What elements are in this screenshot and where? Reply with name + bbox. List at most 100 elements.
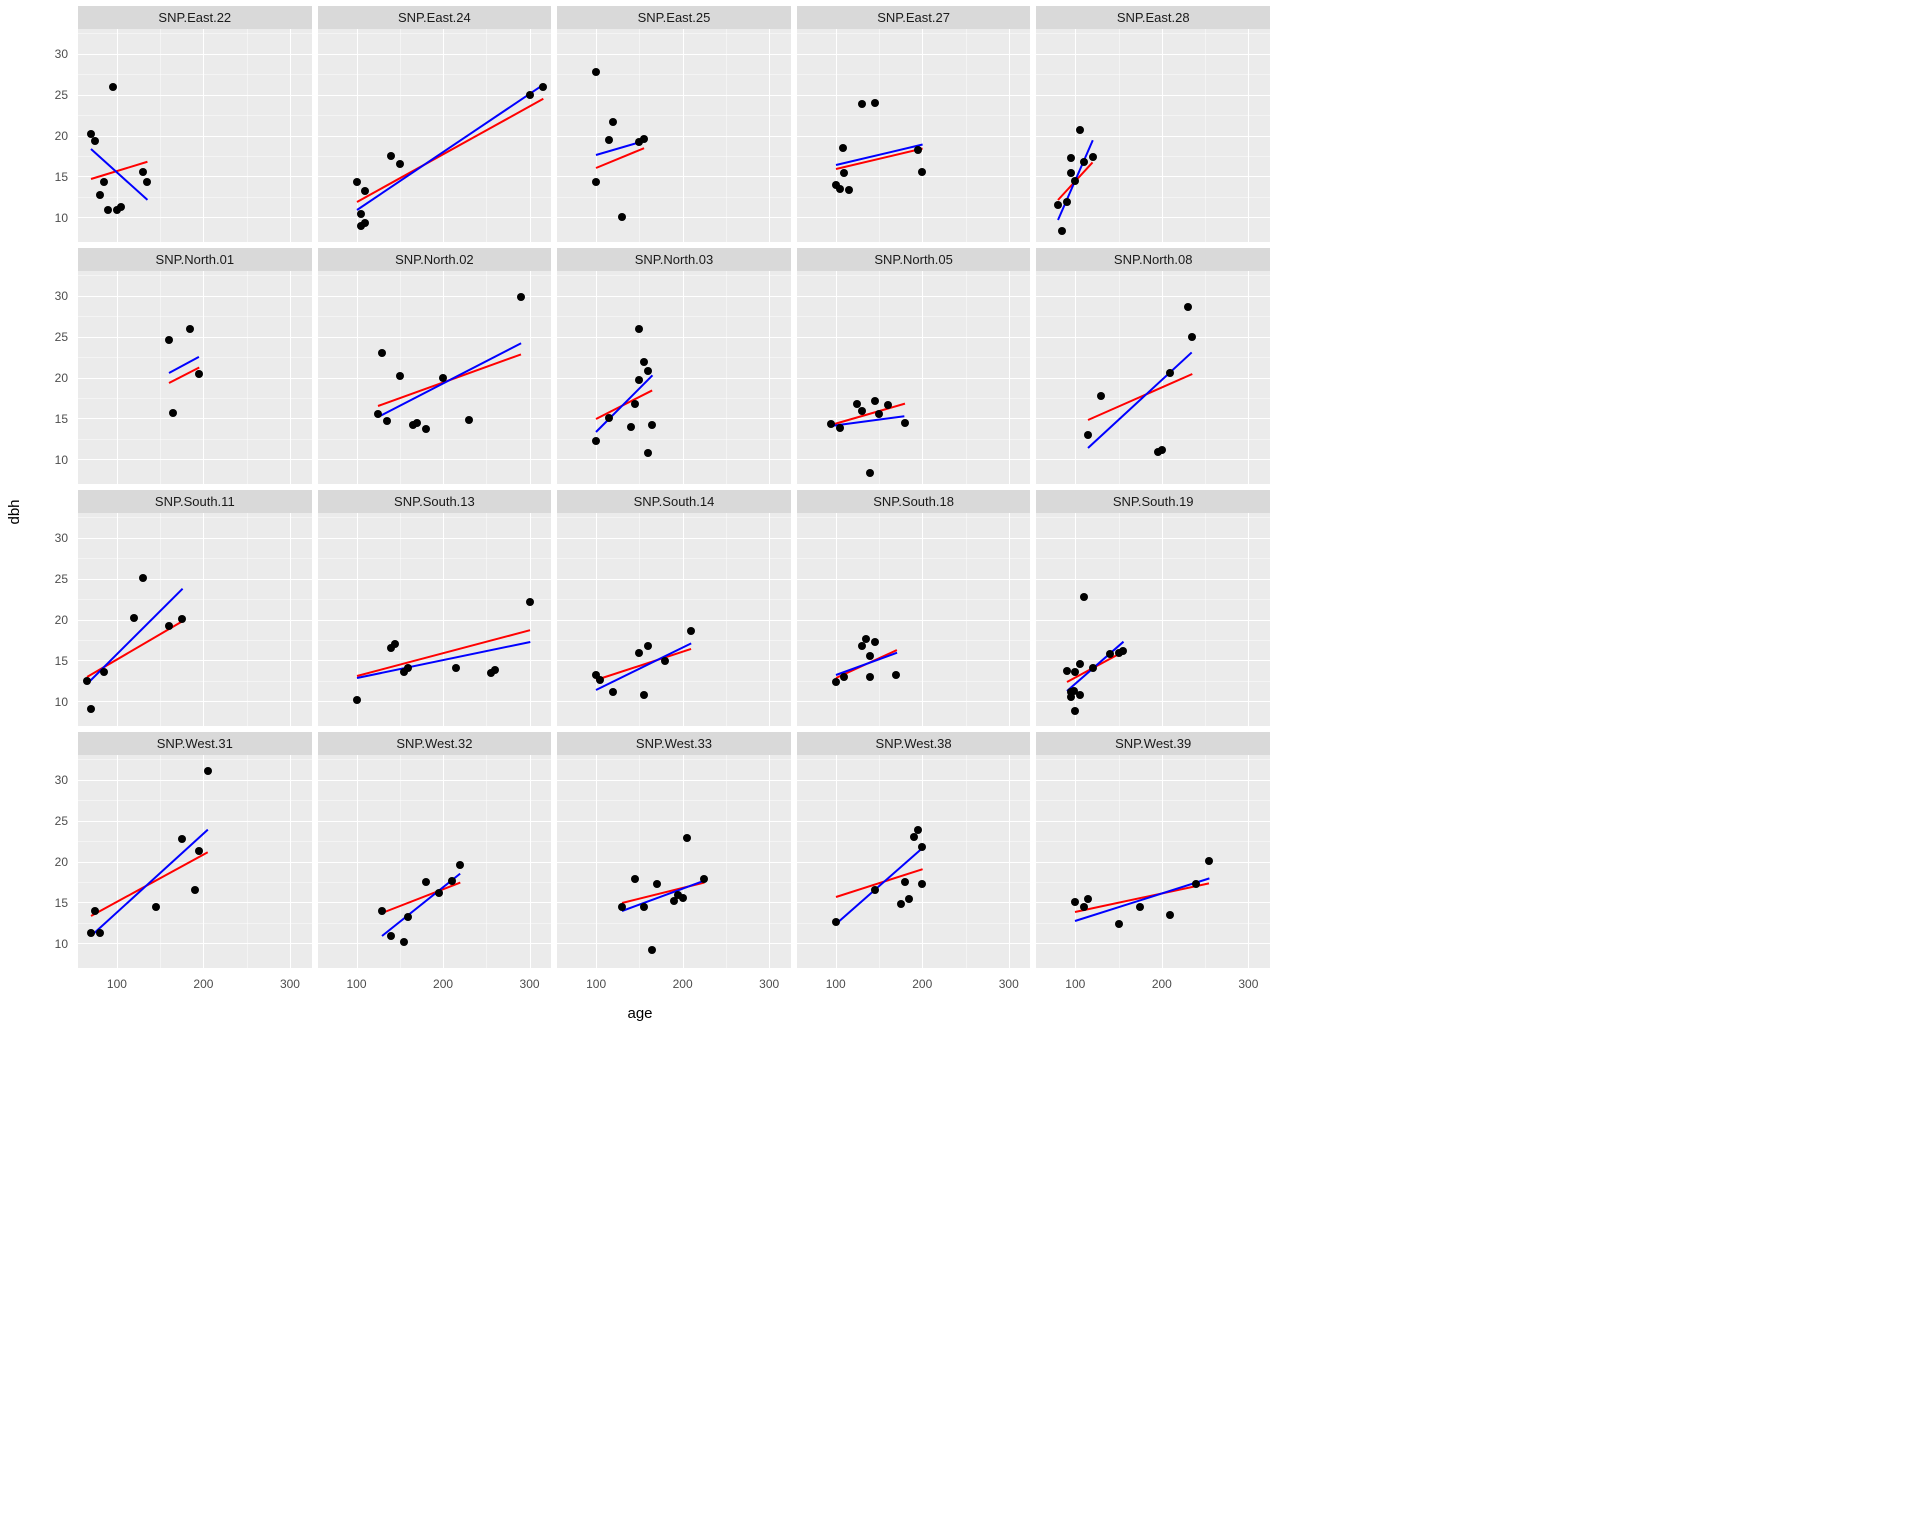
data-point bbox=[1084, 895, 1092, 903]
data-point bbox=[618, 213, 626, 221]
facet-strip: SNP.South.14 bbox=[557, 490, 791, 513]
facet-strip: SNP.North.01 bbox=[78, 248, 312, 271]
plot-area bbox=[557, 755, 791, 968]
data-point bbox=[361, 187, 369, 195]
plot-area bbox=[78, 271, 312, 484]
plot-area bbox=[318, 271, 552, 484]
y-axis: 1015202530 bbox=[38, 248, 72, 484]
data-point bbox=[387, 152, 395, 160]
x-tick-label: 300 bbox=[520, 977, 540, 991]
data-point bbox=[1080, 903, 1088, 911]
panel-grid: 1015202530SNP.East.22SNP.East.24SNP.East… bbox=[38, 6, 1270, 996]
facet-panel: SNP.South.18 bbox=[797, 490, 1031, 726]
data-point bbox=[353, 696, 361, 704]
fit-line-blue bbox=[622, 880, 705, 912]
data-point bbox=[832, 918, 840, 926]
data-point bbox=[1071, 668, 1079, 676]
y-tick-label: 20 bbox=[55, 855, 68, 869]
plot-area bbox=[797, 755, 1031, 968]
data-point bbox=[897, 900, 905, 908]
data-point bbox=[1058, 227, 1066, 235]
plot-area bbox=[1036, 29, 1270, 242]
facet-panel: SNP.North.08 bbox=[1036, 248, 1270, 484]
y-tick-label: 30 bbox=[55, 773, 68, 787]
data-point bbox=[465, 416, 473, 424]
x-tick-label: 200 bbox=[1152, 977, 1172, 991]
data-point bbox=[383, 417, 391, 425]
x-tick-label: 300 bbox=[999, 977, 1019, 991]
data-point bbox=[422, 878, 430, 886]
data-point bbox=[1089, 664, 1097, 672]
plot-area bbox=[797, 29, 1031, 242]
data-point bbox=[918, 843, 926, 851]
y-tick-label: 25 bbox=[55, 572, 68, 586]
facet-strip: SNP.South.19 bbox=[1036, 490, 1270, 513]
data-point bbox=[1166, 911, 1174, 919]
data-point bbox=[631, 875, 639, 883]
facet-strip: SNP.South.13 bbox=[318, 490, 552, 513]
data-point bbox=[178, 835, 186, 843]
data-point bbox=[631, 400, 639, 408]
data-point bbox=[605, 414, 613, 422]
data-point bbox=[1166, 369, 1174, 377]
y-axis-label: dbh bbox=[6, 499, 23, 524]
data-point bbox=[1080, 593, 1088, 601]
facet-strip: SNP.South.18 bbox=[797, 490, 1031, 513]
facet-strip: SNP.East.22 bbox=[78, 6, 312, 29]
data-point bbox=[596, 676, 604, 684]
data-point bbox=[143, 178, 151, 186]
data-point bbox=[87, 929, 95, 937]
facet-strip: SNP.West.38 bbox=[797, 732, 1031, 755]
data-point bbox=[452, 664, 460, 672]
y-axis: 1015202530 bbox=[38, 490, 72, 726]
fit-line-blue bbox=[596, 643, 692, 691]
facet-panel: SNP.South.19 bbox=[1036, 490, 1270, 726]
y-tick-label: 30 bbox=[55, 47, 68, 61]
plot-area bbox=[318, 755, 552, 968]
data-point bbox=[635, 376, 643, 384]
data-point bbox=[357, 210, 365, 218]
data-point bbox=[400, 938, 408, 946]
data-point bbox=[648, 946, 656, 954]
y-tick-label: 10 bbox=[55, 695, 68, 709]
data-point bbox=[195, 370, 203, 378]
data-point bbox=[605, 136, 613, 144]
x-axis: 100200300 bbox=[797, 974, 1031, 996]
data-point bbox=[195, 847, 203, 855]
data-point bbox=[361, 219, 369, 227]
data-point bbox=[404, 913, 412, 921]
chart-facet-grid: dbh age 1015202530SNP.East.22SNP.East.24… bbox=[0, 0, 1280, 1024]
plot-area bbox=[557, 271, 791, 484]
fit-line-blue bbox=[1088, 352, 1193, 449]
y-tick-label: 20 bbox=[55, 129, 68, 143]
fit-line-red bbox=[596, 390, 653, 420]
data-point bbox=[396, 372, 404, 380]
data-point bbox=[139, 574, 147, 582]
data-point bbox=[1076, 126, 1084, 134]
x-axis: 100200300 bbox=[318, 974, 552, 996]
data-point bbox=[1076, 691, 1084, 699]
data-point bbox=[832, 678, 840, 686]
data-point bbox=[679, 894, 687, 902]
data-point bbox=[169, 409, 177, 417]
plot-area bbox=[557, 513, 791, 726]
data-point bbox=[204, 767, 212, 775]
data-point bbox=[404, 664, 412, 672]
data-point bbox=[100, 668, 108, 676]
facet-panel: SNP.South.14 bbox=[557, 490, 791, 726]
facet-strip: SNP.East.27 bbox=[797, 6, 1031, 29]
data-point bbox=[374, 410, 382, 418]
y-tick-label: 15 bbox=[55, 412, 68, 426]
y-tick-label: 25 bbox=[55, 814, 68, 828]
data-point bbox=[91, 137, 99, 145]
data-point bbox=[87, 705, 95, 713]
facet-strip: SNP.North.03 bbox=[557, 248, 791, 271]
plot-area bbox=[797, 271, 1031, 484]
data-point bbox=[871, 99, 879, 107]
data-point bbox=[836, 185, 844, 193]
data-point bbox=[901, 878, 909, 886]
data-point bbox=[100, 178, 108, 186]
data-point bbox=[139, 168, 147, 176]
data-point bbox=[866, 652, 874, 660]
y-tick-label: 25 bbox=[55, 88, 68, 102]
